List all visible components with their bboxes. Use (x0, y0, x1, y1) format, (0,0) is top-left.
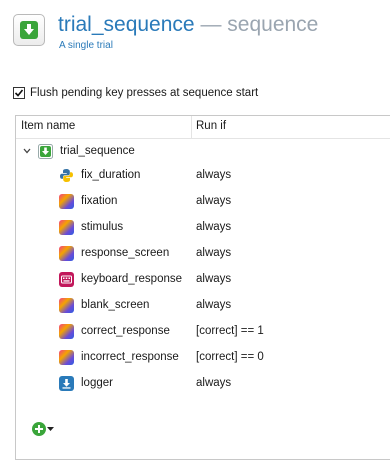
tree-item-run-if[interactable]: always (196, 221, 231, 233)
tree-item-row[interactable]: keyboard_response always (16, 268, 390, 292)
tree-item-row[interactable]: fix_duration always (16, 164, 390, 188)
item-header: trial_sequence — sequence A single trial (0, 0, 390, 70)
tree-item-row[interactable]: correct_response [correct] == 1 (16, 320, 390, 344)
chevron-down-icon[interactable] (21, 145, 33, 157)
tree-item-name: keyboard_response (81, 273, 183, 285)
item-title[interactable]: trial_sequence — sequence (58, 12, 318, 38)
tree-item-row[interactable]: blank_screen always (16, 294, 390, 318)
sequence-icon (38, 144, 53, 159)
append-item-button[interactable] (31, 421, 54, 437)
tree-item-name: response_screen (81, 247, 170, 259)
tree-item-row[interactable]: response_screen always (16, 242, 390, 266)
tree-item-name: stimulus (81, 221, 124, 233)
tree-item-name: correct_response (81, 325, 170, 337)
keyboard-icon (59, 272, 74, 287)
tree-item-row[interactable]: stimulus always (16, 216, 390, 240)
tree-item-run-if[interactable]: [correct] == 1 (196, 325, 264, 337)
tree-item-row[interactable]: incorrect_response [correct] == 0 (16, 346, 390, 370)
item-name[interactable]: trial_sequence (58, 13, 195, 36)
tree-item-name: trial_sequence (60, 145, 135, 157)
python-icon (60, 169, 73, 182)
tree-item-run-if[interactable]: always (196, 377, 231, 389)
tree-item-name: fixation (81, 195, 118, 207)
sequence-icon-button[interactable] (13, 14, 45, 46)
sequence-icon (20, 21, 38, 39)
sequence-tree[interactable]: Item name Run if trial_sequence fix_dura… (15, 115, 390, 460)
title-separator: — (200, 13, 222, 36)
tree-item-run-if[interactable]: always (196, 169, 231, 181)
tree-item-run-if[interactable]: [correct] == 0 (196, 351, 264, 363)
column-divider[interactable] (191, 116, 192, 138)
tree-item-run-if[interactable]: always (196, 299, 231, 311)
tree-header: Item name Run if (16, 116, 390, 139)
tree-item-run-if[interactable]: always (196, 247, 231, 259)
tree-item-name: blank_screen (81, 299, 150, 311)
sketchpad-icon (59, 194, 74, 209)
column-header-item-name[interactable]: Item name (21, 120, 75, 132)
checkmark-icon (14, 89, 24, 97)
flush-checkbox[interactable] (13, 87, 25, 99)
tree-item-name: logger (81, 377, 113, 389)
flush-keypress-option[interactable]: Flush pending key presses at sequence st… (13, 85, 258, 101)
tree-item-row[interactable]: logger always (16, 372, 390, 396)
tree-item-run-if[interactable]: always (196, 273, 231, 285)
flush-label: Flush pending key presses at sequence st… (30, 87, 259, 99)
tree-item-name: fix_duration (81, 169, 141, 181)
sketchpad-icon (59, 220, 74, 235)
tree-item-row[interactable]: fixation always (16, 190, 390, 214)
tree-item-run-if[interactable]: always (196, 195, 231, 207)
sketchpad-icon (59, 350, 74, 365)
item-type: sequence (227, 13, 319, 36)
tree-root-row[interactable]: trial_sequence (16, 140, 390, 164)
sketchpad-icon (59, 324, 74, 339)
sketchpad-icon (59, 298, 74, 313)
item-description[interactable]: A single trial (59, 40, 113, 51)
add-icon (32, 422, 46, 436)
logger-icon (59, 376, 74, 391)
sketchpad-icon (59, 246, 74, 261)
column-header-run-if[interactable]: Run if (196, 120, 226, 132)
tree-item-name: incorrect_response (81, 351, 179, 363)
dropdown-arrow-icon (47, 427, 54, 431)
